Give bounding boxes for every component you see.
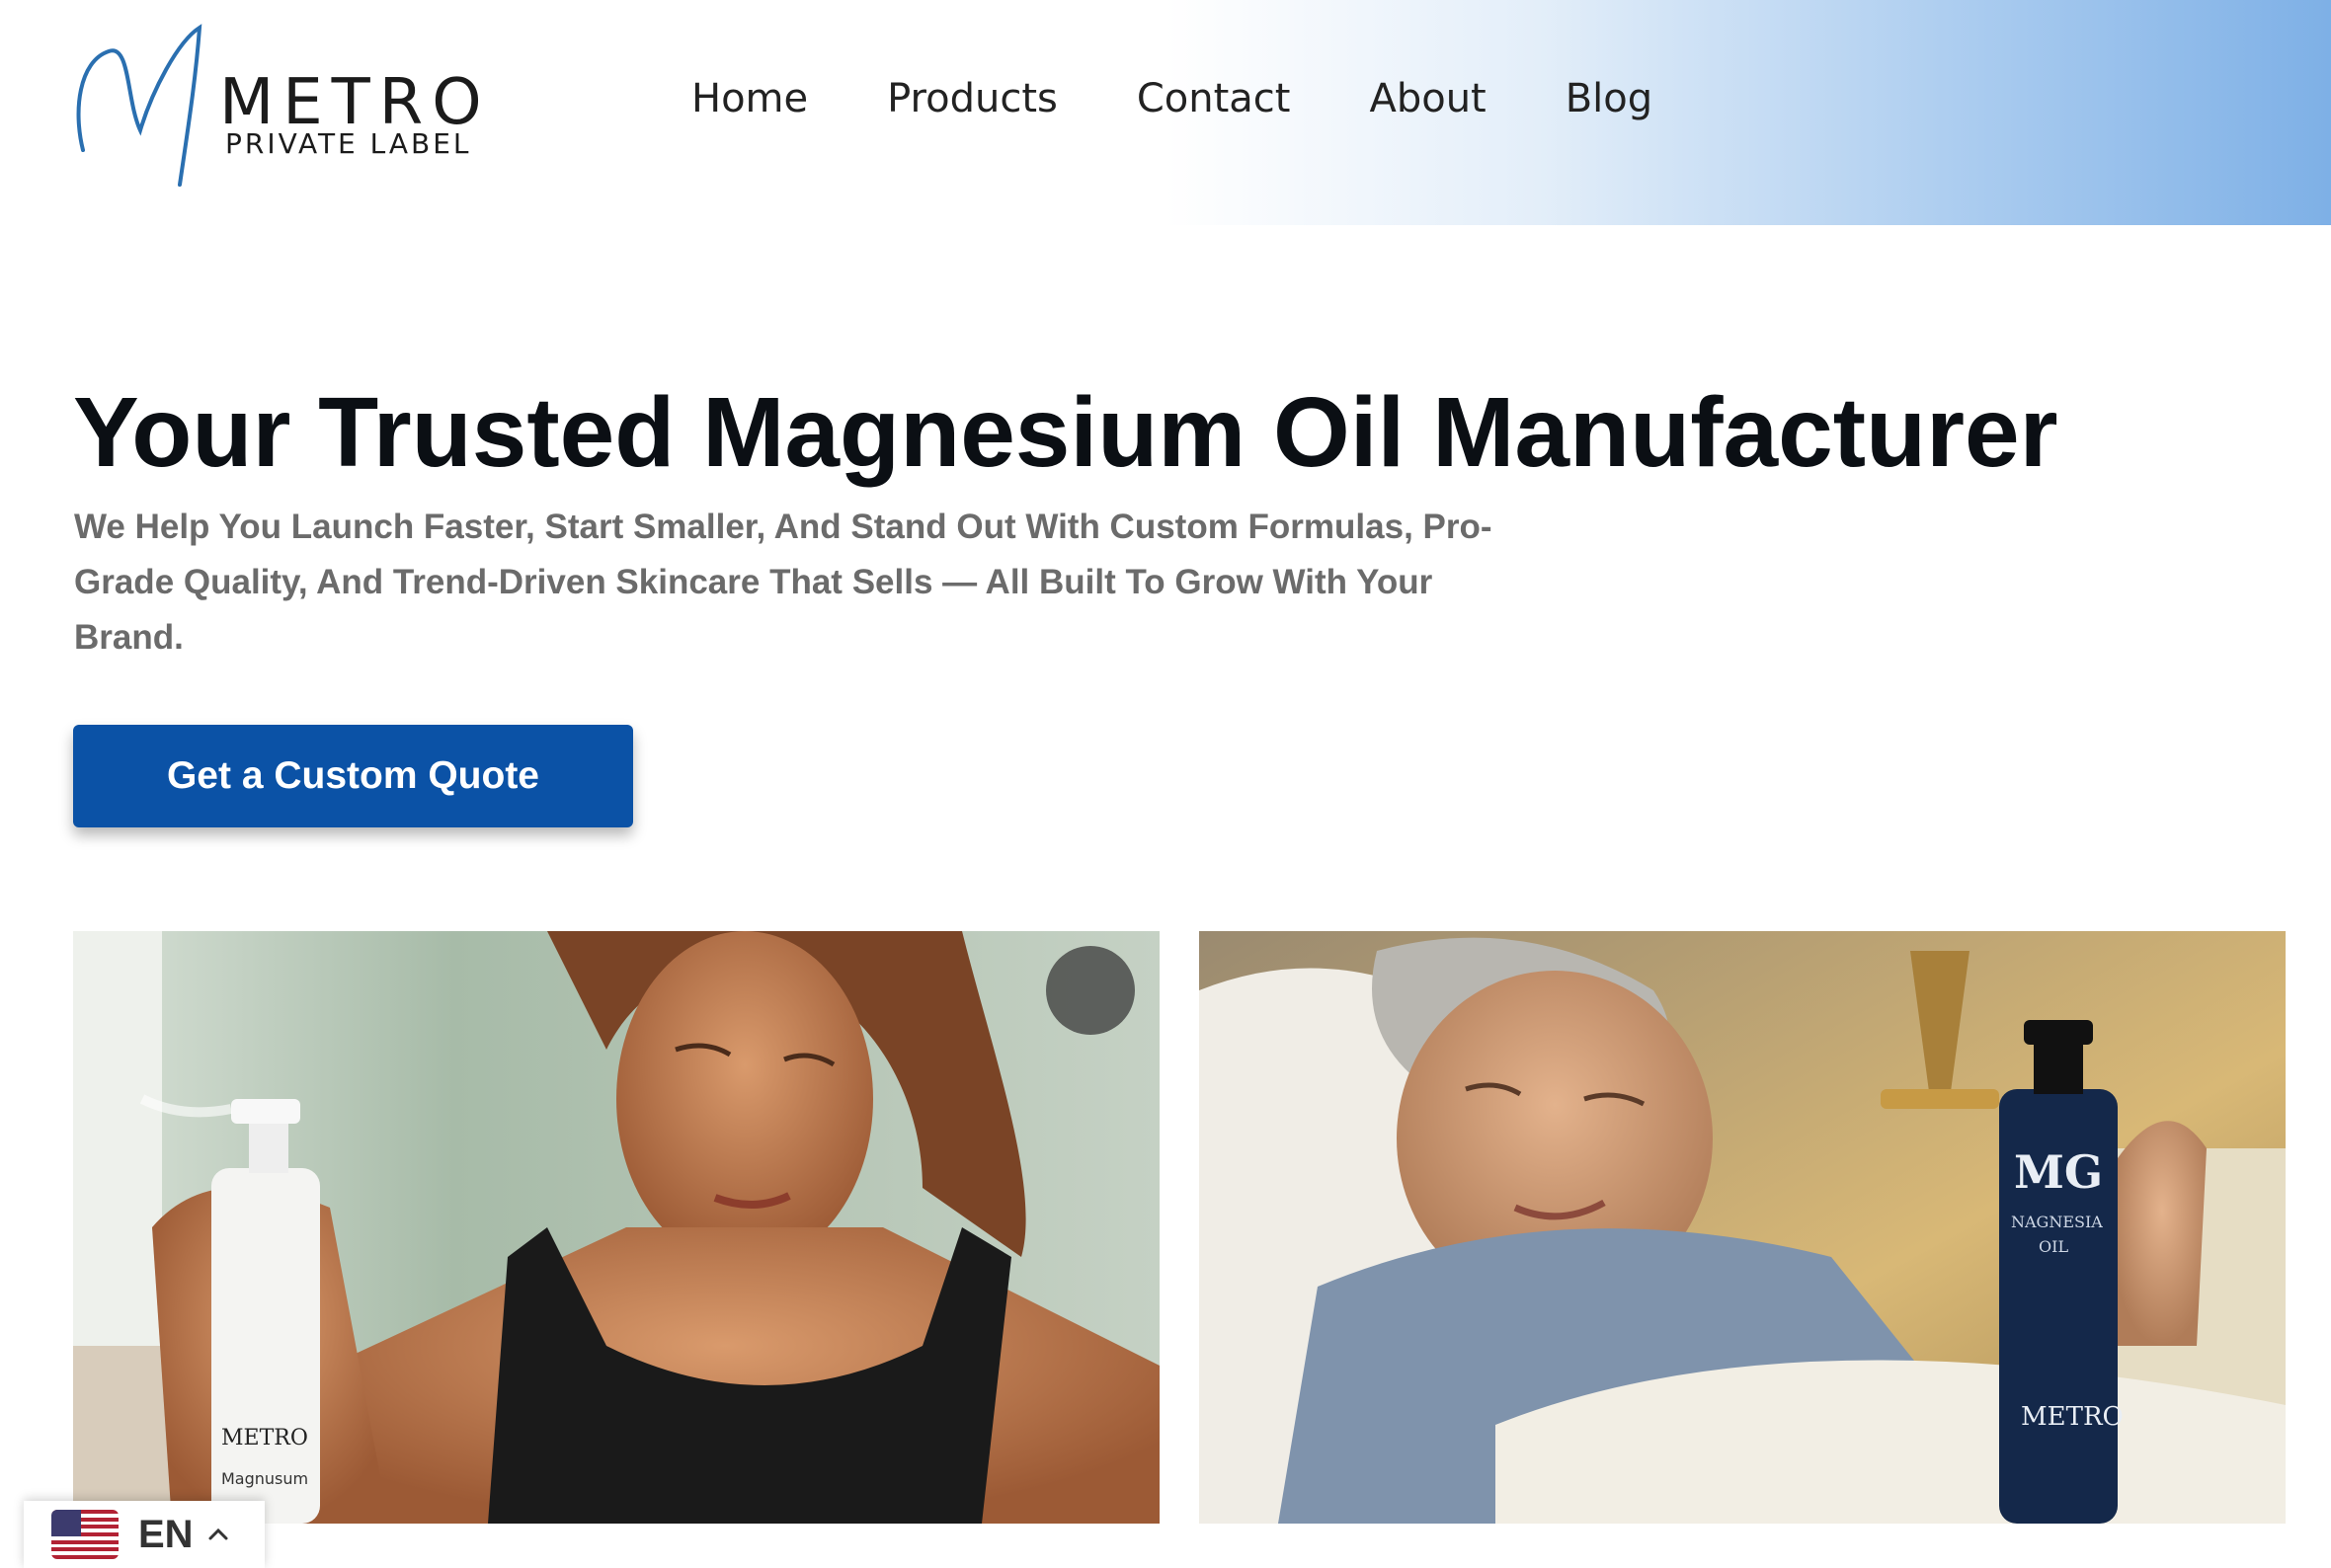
svg-text:MG: MG — [2014, 1145, 2103, 1199]
svg-text:Magnusum: Magnusum — [221, 1469, 308, 1488]
svg-text:OIL: OIL — [2039, 1237, 2068, 1256]
svg-text:NAGNESIA: NAGNESIA — [2011, 1213, 2103, 1231]
svg-text:METRO: METRO — [2021, 1402, 2124, 1432]
hero-title: Your Trusted Magnesium Oil Manufacturer — [73, 377, 2058, 488]
nav-products[interactable]: Products — [887, 79, 1058, 118]
logo-m-mark-icon — [76, 24, 202, 187]
nav-about[interactable]: About — [1369, 79, 1486, 118]
chevron-up-icon — [208, 1528, 228, 1540]
brand-name: METRO — [219, 66, 491, 139]
woman-resting-photo: MG NAGNESIA OIL METRO — [1199, 931, 2286, 1524]
get-quote-button[interactable]: Get a Custom Quote — [73, 725, 633, 827]
language-selector[interactable]: EN — [24, 1501, 265, 1568]
nav-blog[interactable]: Blog — [1566, 79, 1652, 118]
main-nav: Home Products Contact About Blog — [691, 79, 1652, 118]
site-header: METRO PRIVATE LABEL Home Products Contac… — [0, 0, 2331, 225]
svg-text:METRO: METRO — [221, 1426, 308, 1450]
brand-logo[interactable]: METRO PRIVATE LABEL — [69, 22, 494, 190]
nav-contact[interactable]: Contact — [1137, 79, 1291, 118]
language-code: EN — [138, 1512, 194, 1556]
brand-tagline: PRIVATE LABEL — [225, 127, 472, 160]
hero-subtitle: We Help You Launch Faster, Start Smaller… — [74, 508, 1492, 657]
athlete-spraying-photo: METRO Magnusum — [73, 931, 1160, 1524]
us-flag-icon — [51, 1510, 119, 1559]
nav-home[interactable]: Home — [691, 79, 808, 118]
